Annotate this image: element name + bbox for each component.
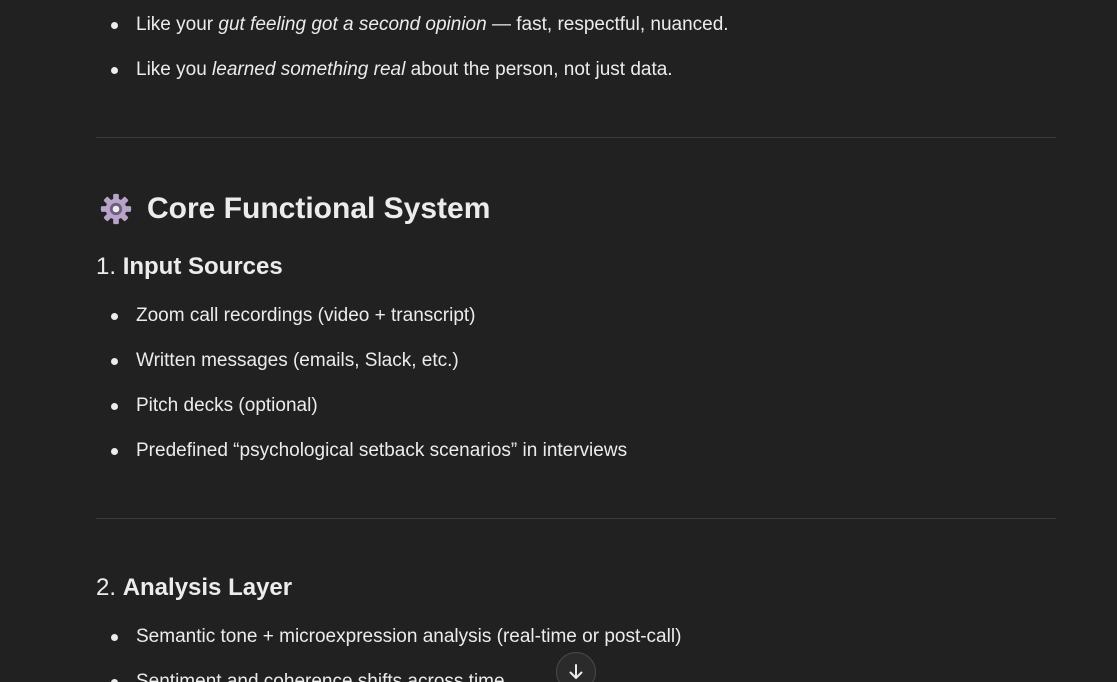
subsection-title: Input Sources	[122, 253, 283, 280]
list-item: Predefined “psychological setback scenar…	[96, 437, 627, 465]
list-item-text: about the person, not just data.	[405, 59, 673, 80]
input-sources-list: Zoom call recordings (video + transcript…	[96, 302, 627, 482]
list-item: Written messages (emails, Slack, etc.)	[96, 347, 627, 375]
subsection-heading-input-sources: 1. Input Sources	[96, 253, 283, 281]
list-item-text: — fast, respectful, nuanced.	[486, 14, 729, 35]
section-heading-text: Core Functional System	[147, 192, 491, 225]
list-item-emphasis: gut feeling got a second opinion	[218, 14, 487, 35]
list-item: Semantic tone + microexpression analysis…	[96, 623, 681, 651]
list-item: Like you learned something real about th…	[96, 56, 729, 84]
list-item: Like your gut feeling got a second opini…	[96, 11, 729, 39]
arrow-down-icon	[569, 664, 583, 679]
subsection-heading-analysis-layer: 2. Analysis Layer	[96, 574, 292, 602]
list-item: Pitch decks (optional)	[96, 392, 627, 420]
subsection-number: 1.	[96, 253, 117, 280]
divider	[96, 137, 1056, 138]
list-item: Zoom call recordings (video + transcript…	[96, 302, 627, 330]
chat-message-view: Like your gut feeling got a second opini…	[0, 0, 1117, 682]
intro-list: Like your gut feeling got a second opini…	[96, 11, 729, 101]
list-item-text: Like your	[136, 14, 219, 35]
section-heading: Core Functional System	[96, 188, 490, 230]
divider	[96, 518, 1056, 519]
gear-icon	[100, 193, 132, 225]
subsection-title: Analysis Layer	[122, 574, 293, 601]
subsection-number: 2.	[96, 574, 117, 601]
list-item-text: Like you	[136, 59, 213, 80]
list-item-emphasis: learned something real	[212, 59, 406, 80]
